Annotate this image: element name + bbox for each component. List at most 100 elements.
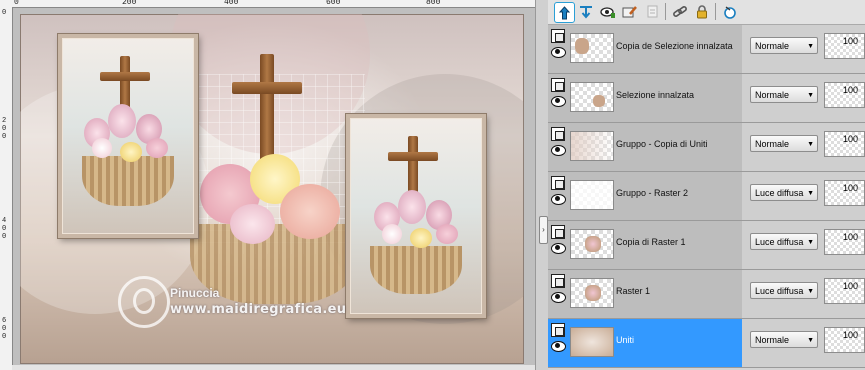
opacity-value: 100: [843, 183, 859, 193]
layer-name: Uniti: [616, 335, 635, 345]
layer-thumbnail: [570, 180, 614, 210]
layer-name-cell[interactable]: Selezione innalzata: [548, 74, 742, 123]
layer-name-cell[interactable]: Gruppo - Copia di Uniti: [548, 123, 742, 172]
chevron-down-icon: ▼: [807, 288, 814, 295]
opacity-value: 100: [843, 85, 859, 95]
ruler-label: 800: [426, 0, 441, 7]
ruler-label: 400: [224, 0, 239, 7]
opacity-field[interactable]: 100: [824, 33, 865, 59]
layer-name: Copia de Selezione innalzata: [616, 41, 733, 51]
ruler-label: 200: [122, 0, 137, 7]
left-picture-frame: [58, 34, 198, 238]
watermark-logo-icon: [118, 276, 170, 328]
layer-name: Gruppo - Raster 2: [616, 188, 689, 198]
edit-layer-icon[interactable]: [620, 2, 639, 21]
blend-mode-value: Normale: [755, 139, 790, 149]
lock-icon[interactable]: [692, 2, 711, 21]
opacity-field[interactable]: 100: [824, 131, 865, 157]
chevron-down-icon: ▼: [807, 43, 814, 50]
opacity-value: 100: [843, 36, 859, 46]
layer-row[interactable]: Copia de Selezione innalzata Normale ▼ 10…: [548, 25, 865, 74]
chevron-down-icon: ▼: [807, 92, 814, 99]
collapse-panel-icon[interactable]: ›: [539, 216, 548, 244]
opacity-field[interactable]: 100: [824, 278, 865, 304]
visibility-eye-icon[interactable]: [551, 96, 566, 107]
ruler-label: 400: [2, 217, 7, 241]
chevron-down-icon: ▼: [807, 190, 814, 197]
right-picture-frame: [346, 114, 486, 318]
layer-name: Raster 1: [616, 286, 651, 296]
opacity-field[interactable]: 100: [824, 327, 865, 353]
opacity-value: 100: [843, 281, 859, 291]
visibility-eye-icon[interactable]: [551, 341, 566, 352]
layer-name-cell[interactable]: Raster 1: [548, 270, 742, 319]
blend-mode-select[interactable]: Normale ▼: [750, 331, 818, 348]
link-layers-icon[interactable]: [670, 2, 689, 21]
layer-name-cell[interactable]: Uniti: [548, 319, 742, 368]
opacity-field[interactable]: 100: [824, 82, 865, 108]
layer-name: Selezione innalzata: [616, 90, 695, 100]
layers-panel: Copia de Selezione innalzata Normale ▼ 10…: [548, 0, 865, 370]
ruler-label: 600: [326, 0, 341, 7]
group-layer-icon: [551, 78, 565, 92]
group-layer-icon: [551, 225, 565, 239]
layer-thumbnail: [570, 327, 614, 357]
opacity-field[interactable]: 100: [824, 180, 865, 206]
ruler-label: 0: [14, 0, 19, 7]
blend-mode-select[interactable]: Luce diffusa ▼: [750, 184, 818, 201]
layer-name: Copia di Raster 1: [616, 237, 686, 247]
visibility-eye-icon[interactable]: [551, 194, 566, 205]
image-canvas-area[interactable]: 0 200 400 600 800 0 200 400 600 Pinuccia…: [0, 0, 535, 370]
ruler-vertical: 0 200 400 600: [0, 7, 13, 370]
blend-mode-select[interactable]: Normale ▼: [750, 135, 818, 152]
blend-mode-value: Luce diffusa: [755, 188, 804, 198]
watermark-name: Pinuccia: [170, 286, 220, 300]
layer-name: Gruppo - Copia di Uniti: [616, 139, 708, 149]
blend-mode-value: Normale: [755, 90, 790, 100]
ruler-horizontal: 0 200 400 600 800: [0, 0, 535, 8]
group-layer-icon: [551, 274, 565, 288]
ruler-label: 0: [2, 9, 7, 17]
visibility-eye-icon[interactable]: [551, 47, 566, 58]
layer-thumbnail: [570, 131, 614, 161]
layers-toolbar: [548, 0, 865, 25]
group-layer-icon: [551, 127, 565, 141]
group-layer-icon: [551, 323, 565, 337]
visibility-eye-icon[interactable]: [551, 292, 566, 303]
group-layer-icon: [551, 176, 565, 190]
blend-mode-select[interactable]: Luce diffusa ▼: [750, 233, 818, 250]
merge-down-icon[interactable]: [576, 2, 595, 21]
layer-row[interactable]: Gruppo - Copia di Uniti Normale ▼ 100: [548, 123, 865, 172]
watermark-url: www.maidiregrafica.eu: [170, 302, 347, 317]
blend-mode-value: Luce diffusa: [755, 286, 804, 296]
blend-mode-value: Normale: [755, 335, 790, 345]
layer-thumbnail: [570, 82, 614, 112]
layer-row[interactable]: Copia di Raster 1 Luce diffusa ▼ 100: [548, 221, 865, 270]
group-layer-icon: [551, 29, 565, 43]
blend-mode-select[interactable]: Normale ▼: [750, 86, 818, 103]
opacity-value: 100: [843, 330, 859, 340]
layer-thumbnail: [570, 33, 614, 63]
chevron-down-icon: ▼: [807, 239, 814, 246]
blend-mode-select[interactable]: Luce diffusa ▼: [750, 282, 818, 299]
layer-name-cell[interactable]: Gruppo - Raster 2: [548, 172, 742, 221]
layer-row[interactable]: Raster 1 Luce diffusa ▼ 100: [548, 270, 865, 319]
opacity-field[interactable]: 100: [824, 229, 865, 255]
visibility-eye-icon[interactable]: [551, 243, 566, 254]
layer-name-cell[interactable]: Copia de Selezione innalzata: [548, 25, 742, 74]
new-raster-layer-icon[interactable]: [554, 2, 575, 23]
artwork-image: Pinuccia www.maidiregrafica.eu: [20, 14, 524, 364]
blend-mode-value: Luce diffusa: [755, 237, 804, 247]
duplicate-layer-icon[interactable]: [642, 2, 661, 21]
opacity-value: 100: [843, 134, 859, 144]
visibility-eye-icon[interactable]: [551, 145, 566, 156]
ruler-label: 200: [2, 117, 7, 141]
mask-icon[interactable]: [720, 2, 739, 21]
horizontal-scrollbar[interactable]: [12, 365, 535, 370]
layer-visibility-icon[interactable]: [598, 2, 617, 21]
layer-row[interactable]: Selezione innalzata Normale ▼ 100: [548, 74, 865, 123]
layer-name-cell[interactable]: Copia di Raster 1: [548, 221, 742, 270]
layer-row-selected[interactable]: Uniti Normale ▼ 100: [548, 319, 865, 368]
blend-mode-select[interactable]: Normale ▼: [750, 37, 818, 54]
layer-row[interactable]: Gruppo - Raster 2 Luce diffusa ▼ 100: [548, 172, 865, 221]
